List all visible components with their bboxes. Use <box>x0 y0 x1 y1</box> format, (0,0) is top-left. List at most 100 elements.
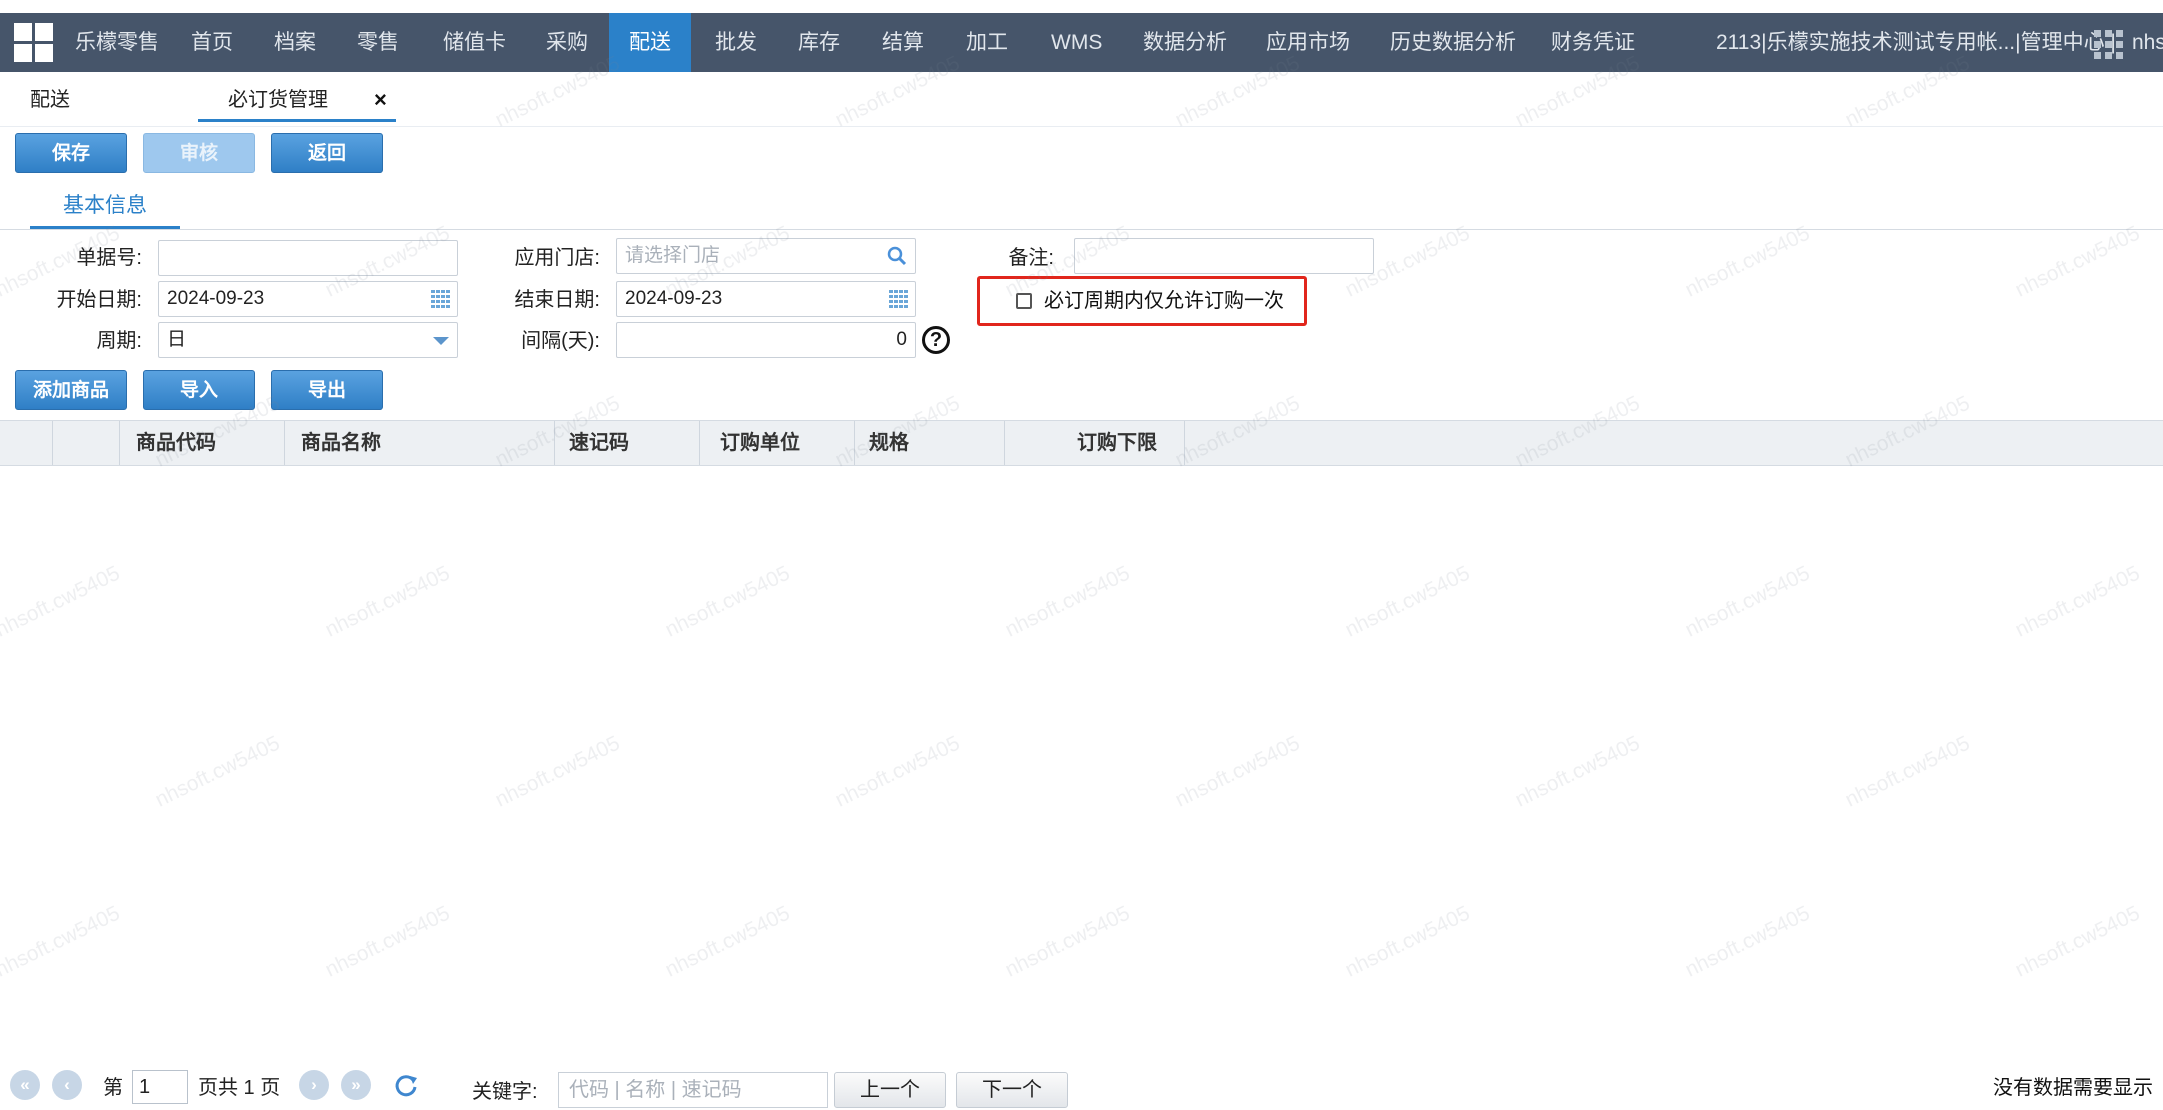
next-match-button[interactable]: 下一个 <box>956 1072 1068 1108</box>
nav-item-wholesale[interactable]: 批发 <box>715 13 757 72</box>
nav-item-inventory[interactable]: 库存 <box>798 13 840 72</box>
watermark: nhsoft.cw5405 <box>831 731 964 812</box>
remark-label: 备注: <box>1008 247 1054 269</box>
nav-item-wms[interactable]: WMS <box>1051 13 1102 72</box>
app-grid-icon[interactable] <box>14 23 54 63</box>
watermark: nhsoft.cw5405 <box>1681 221 1814 302</box>
watermark: nhsoft.cw5405 <box>0 561 124 642</box>
close-icon[interactable]: × <box>374 72 387 128</box>
watermark: nhsoft.cw5405 <box>2011 901 2144 982</box>
top-nav: 乐檬零售 首页 档案 零售 储值卡 采购 配送 批发 库存 结算 加工 WMS … <box>0 13 2163 72</box>
table-header: 商品代码 商品名称 速记码 订购单位 规格 订购下限 <box>0 420 2163 466</box>
chevron-left-icon: ‹ <box>64 1075 70 1094</box>
tab-distribution[interactable]: 配送 <box>30 72 70 122</box>
watermark: nhsoft.cw5405 <box>1681 901 1814 982</box>
audit-button[interactable]: 审核 <box>143 133 255 173</box>
keyword-input[interactable]: 代码 | 名称 | 速记码 <box>558 1072 828 1108</box>
prev-page-icon[interactable]: ‹ <box>52 1070 82 1100</box>
apps-grid-icon[interactable] <box>2094 30 2124 60</box>
column-header-index <box>0 421 53 465</box>
end-date-input[interactable]: 2024-09-23 <box>616 281 916 317</box>
double-chevron-right-icon: » <box>351 1075 361 1094</box>
nav-item-finance-voucher[interactable]: 财务凭证 <box>1551 13 1635 72</box>
watermark: nhsoft.cw5405 <box>1681 561 1814 642</box>
nav-item-archive[interactable]: 档案 <box>274 13 316 72</box>
nav-item-distribution[interactable]: 配送 <box>609 13 691 72</box>
column-header-spec[interactable]: 规格 <box>855 421 1005 465</box>
column-header-select[interactable] <box>53 421 120 465</box>
end-date-label: 结束日期: <box>514 289 600 311</box>
watermark: nhsoft.cw5405 <box>1001 901 1134 982</box>
last-page-icon[interactable]: » <box>341 1070 371 1100</box>
doc-no-label: 单据号: <box>76 247 142 269</box>
column-header-product-name[interactable]: 商品名称 <box>285 421 555 465</box>
account-info[interactable]: 2113|乐檬实施技术测试专用帐...|管理中心 | <box>1716 13 2116 72</box>
watermark: nhsoft.cw5405 <box>2011 221 2144 302</box>
nav-item-data-analysis[interactable]: 数据分析 <box>1143 13 1227 72</box>
chevron-down-icon[interactable] <box>433 337 449 345</box>
once-only-label[interactable]: 必订周期内仅允许订购一次 <box>1044 279 1284 323</box>
refresh-glyph <box>395 1075 417 1097</box>
calendar-icon[interactable] <box>431 290 451 308</box>
watermark: nhsoft.cw5405 <box>491 731 624 812</box>
refresh-icon[interactable] <box>391 1070 421 1100</box>
export-button[interactable]: 导出 <box>271 370 383 410</box>
doc-no-input[interactable] <box>158 240 458 276</box>
watermark: nhsoft.cw5405 <box>321 561 454 642</box>
help-icon[interactable]: ? <box>922 326 950 354</box>
store-label: 应用门店: <box>514 247 600 269</box>
column-header-product-code[interactable]: 商品代码 <box>120 421 285 465</box>
interval-input[interactable]: 0 <box>616 322 916 358</box>
tab-label: 必订货管理 <box>228 89 328 111</box>
nav-item-purchase[interactable]: 采购 <box>546 13 588 72</box>
period-value: 日 <box>167 329 187 350</box>
nav-item-retail[interactable]: 零售 <box>357 13 399 72</box>
chevron-right-icon: › <box>311 1075 317 1094</box>
store-input[interactable]: 请选择门店 <box>616 238 916 274</box>
watermark: nhsoft.cw5405 <box>661 901 794 982</box>
once-only-checkbox[interactable] <box>1016 293 1032 309</box>
import-button[interactable]: 导入 <box>143 370 255 410</box>
column-header-order-unit[interactable]: 订购单位 <box>700 421 855 465</box>
prev-match-button[interactable]: 上一个 <box>834 1072 946 1108</box>
nav-item-settlement[interactable]: 结算 <box>882 13 924 72</box>
start-date-label: 开始日期: <box>56 289 142 311</box>
next-page-icon[interactable]: › <box>299 1070 329 1100</box>
save-button[interactable]: 保存 <box>15 133 127 173</box>
column-header-shorthand[interactable]: 速记码 <box>555 421 700 465</box>
nav-item-app-market[interactable]: 应用市场 <box>1266 13 1350 72</box>
user-name-fragment[interactable]: nhs <box>2132 13 2163 72</box>
first-page-icon[interactable]: « <box>10 1070 40 1100</box>
page-prefix: 第 <box>103 1077 123 1099</box>
watermark: nhsoft.cw5405 <box>1841 731 1974 812</box>
column-header-min-order[interactable]: 订购下限 <box>1005 421 1185 465</box>
interval-label: 间隔(天): <box>521 330 600 352</box>
tab-basic-info[interactable]: 基本信息 <box>30 188 180 229</box>
watermark: nhsoft.cw5405 <box>1511 731 1644 812</box>
watermark: nhsoft.cw5405 <box>1171 731 1304 812</box>
nav-item-history-analysis[interactable]: 历史数据分析 <box>1390 13 1516 72</box>
period-select[interactable]: 日 <box>158 322 458 358</box>
watermark: nhsoft.cw5405 <box>1001 561 1134 642</box>
search-icon[interactable] <box>887 246 907 266</box>
tab-required-order-management[interactable]: 必订货管理 <box>198 72 396 122</box>
watermark: nhsoft.cw5405 <box>321 901 454 982</box>
back-button[interactable]: 返回 <box>271 133 383 173</box>
start-date-input[interactable]: 2024-09-23 <box>158 281 458 317</box>
nav-item-brand[interactable]: 乐檬零售 <box>75 13 159 72</box>
nav-item-stored-value-card[interactable]: 储值卡 <box>443 13 506 72</box>
remark-input[interactable] <box>1074 238 1374 274</box>
page-total: 页共 1 页 <box>198 1077 281 1099</box>
watermark: nhsoft.cw5405 <box>151 731 284 812</box>
add-product-button[interactable]: 添加商品 <box>15 370 127 410</box>
once-only-highlight: 必订周期内仅允许订购一次 <box>977 276 1307 326</box>
end-date-value: 2024-09-23 <box>625 288 723 309</box>
watermark: nhsoft.cw5405 <box>661 561 794 642</box>
period-label: 周期: <box>96 330 142 352</box>
calendar-icon[interactable] <box>889 290 909 308</box>
page-number-input[interactable]: 1 <box>132 1070 188 1104</box>
watermark: nhsoft.cw5405 <box>0 901 124 982</box>
nav-item-home[interactable]: 首页 <box>191 13 233 72</box>
watermark: nhsoft.cw5405 <box>2011 561 2144 642</box>
nav-item-processing[interactable]: 加工 <box>966 13 1008 72</box>
